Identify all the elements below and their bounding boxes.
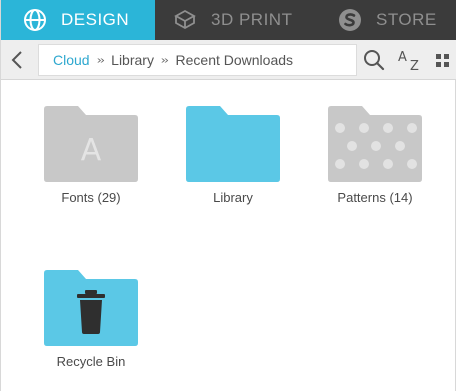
folder-fonts-label: Fonts (29) [61, 190, 121, 205]
breadcrumb-separator-icon: » [160, 54, 169, 66]
tab-3d-print-label: 3D PRINT [211, 10, 293, 29]
folder-recycle-bin[interactable]: Recycle Bin [21, 270, 161, 369]
folder-library[interactable]: Library [163, 106, 303, 205]
folder-recycle-bin-label: Recycle Bin [56, 354, 126, 369]
tab-store[interactable]: STORE [316, 0, 456, 40]
chevron-left-icon[interactable] [8, 50, 26, 70]
folder-patterns-label: Patterns (14) [337, 190, 413, 205]
top-tab-bar: DESIGN 3D PRINT STORE [1, 0, 456, 40]
grid-view-icon[interactable] [434, 48, 452, 72]
store-s-icon [339, 9, 361, 31]
globe-icon [24, 9, 46, 31]
library-toolbar: Cloud » Library » Recent Downloads A Z [1, 40, 456, 80]
folder-patterns[interactable]: Patterns (14) [305, 106, 445, 205]
svg-text:A: A [81, 133, 102, 168]
sort-az-icon[interactable]: A Z [396, 48, 424, 72]
folder-fonts[interactable]: A Fonts (29) [21, 106, 161, 205]
breadcrumb-library[interactable]: Library [111, 52, 154, 68]
cube-icon [174, 9, 196, 30]
breadcrumb-separator-icon: » [96, 54, 105, 66]
folder-library-label: Library [213, 190, 253, 205]
svg-text:Z: Z [410, 59, 419, 72]
tab-design[interactable]: DESIGN [1, 0, 155, 40]
breadcrumb-recent-downloads[interactable]: Recent Downloads [176, 52, 294, 68]
pattern-folder-icon [328, 106, 422, 182]
breadcrumb: Cloud » Library » Recent Downloads [38, 44, 357, 76]
tab-design-label: DESIGN [61, 10, 130, 29]
tab-3d-print[interactable]: 3D PRINT [155, 0, 316, 40]
font-folder-icon: A [44, 106, 138, 182]
search-icon[interactable] [363, 48, 385, 72]
breadcrumb-cloud[interactable]: Cloud [53, 52, 90, 68]
svg-text:A: A [398, 50, 407, 65]
trash-folder-icon [44, 270, 138, 346]
tab-store-label: STORE [376, 10, 437, 29]
app-window: DESIGN 3D PRINT STORE Cloud » Library » … [0, 0, 456, 391]
folder-icon [186, 106, 280, 182]
